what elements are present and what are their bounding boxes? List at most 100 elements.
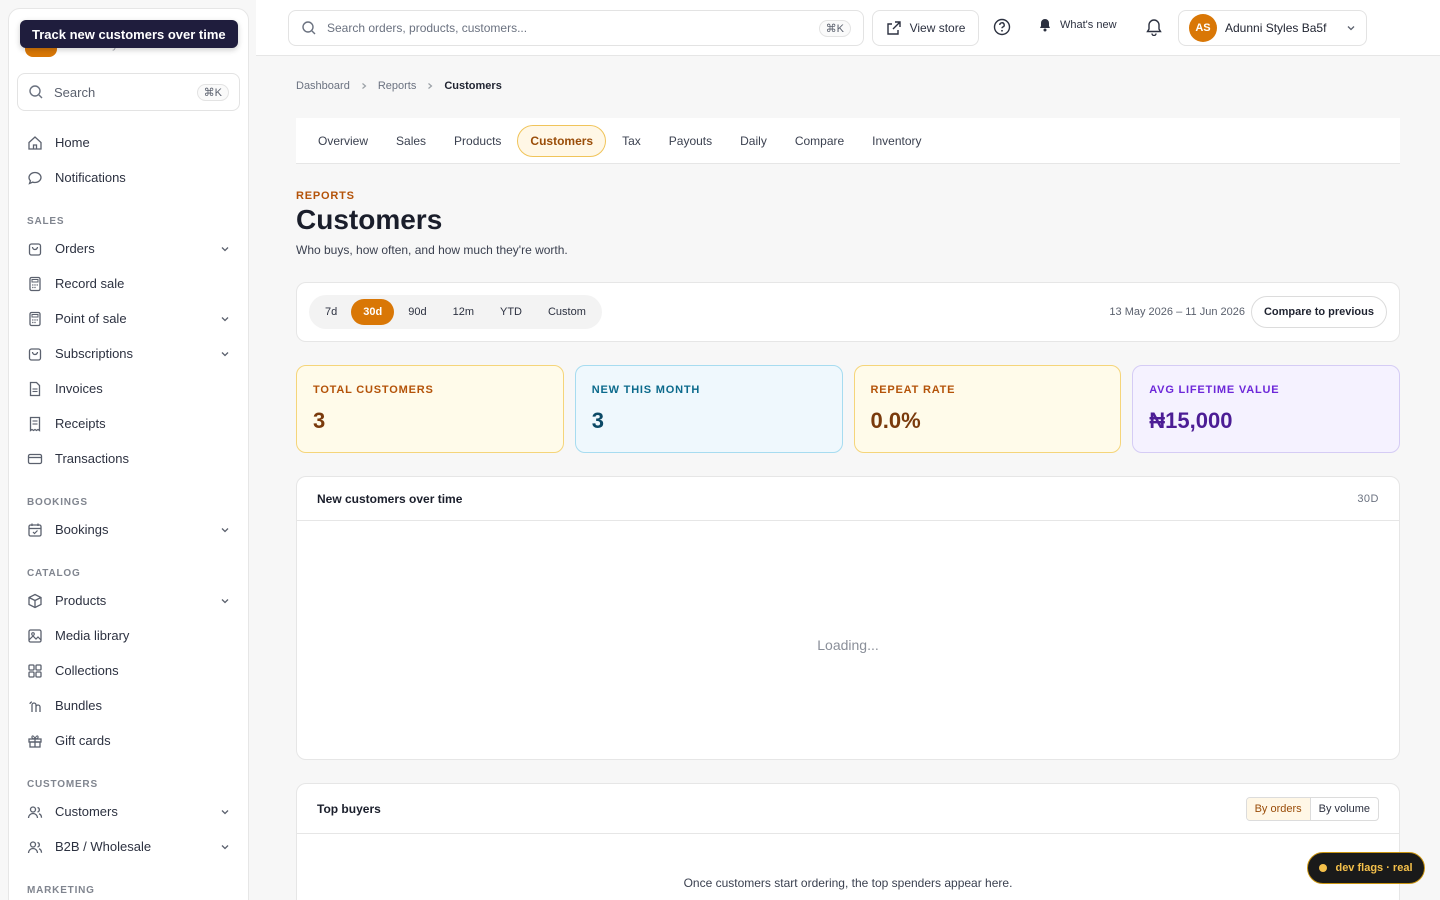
stat-card-avg-lifetime-value: AVG LIFETIME VALUE ₦15,000 xyxy=(1132,365,1400,453)
chart-card-header: New customers over time 30D xyxy=(297,477,1399,521)
sidebar-item-label: Orders xyxy=(55,241,95,256)
home-icon xyxy=(28,135,42,150)
dev-flags-badge[interactable]: dev flags · real xyxy=(1307,852,1425,884)
date-range-card: 7d 30d 90d 12m YTD Custom 13 May 2026 – 11 Ju… xyxy=(296,282,1400,342)
account-menu[interactable]: AS Adunni Styles Ba5f xyxy=(1178,10,1367,46)
tab-customers[interactable]: Customers xyxy=(517,124,607,157)
calculator-icon xyxy=(29,311,41,326)
top-bar: Search orders, products, customers... ⌘K… xyxy=(256,0,1440,56)
toggle-by-orders[interactable]: By orders xyxy=(1246,797,1311,820)
toggle-by-volume[interactable]: By volume xyxy=(1311,798,1378,820)
sidebar-item-label: Media library xyxy=(55,628,130,643)
tab-products[interactable]: Products xyxy=(442,125,513,157)
sidebar-item-record-sale[interactable]: Record sale xyxy=(9,266,248,301)
global-search-placeholder: Search orders, products, customers... xyxy=(327,21,528,35)
range-selector: 7d 30d 90d 12m YTD Custom xyxy=(309,295,602,329)
sidebar-item-products[interactable]: Products xyxy=(9,583,248,618)
search-icon xyxy=(302,21,316,35)
sidebar-item-subscriptions[interactable]: Subscriptions xyxy=(9,336,248,371)
range-option-custom[interactable]: Custom xyxy=(536,299,598,325)
sidebar-item-bundles[interactable]: Bundles xyxy=(9,688,248,723)
stat-value: 0.0% xyxy=(870,408,921,433)
sidebar-item-label: Home xyxy=(55,135,90,150)
sidebar-item-gift-cards[interactable]: Gift cards xyxy=(9,723,248,758)
sidebar-item-notifications[interactable]: Notifications xyxy=(9,160,248,195)
view-store-button[interactable]: View store xyxy=(872,10,979,46)
chevron-down-icon xyxy=(221,246,229,251)
sidebar-item-label: Gift cards xyxy=(55,733,111,748)
sidebar-search[interactable]: Search ⌘K xyxy=(17,73,240,111)
stat-label: TOTAL CUSTOMERS xyxy=(313,384,434,396)
help-button[interactable] xyxy=(993,18,1011,39)
range-option-ytd[interactable]: YTD xyxy=(488,299,534,325)
chat-bubble-icon xyxy=(28,171,42,185)
sidebar-section-catalog: CATALOG xyxy=(27,568,81,579)
card-icon xyxy=(27,453,43,464)
chevron-down-icon xyxy=(221,809,229,814)
stat-value: ₦15,000 xyxy=(1149,408,1233,433)
sidebar-item-collections[interactable]: Collections xyxy=(9,653,248,688)
sidebar: adunni-styles-2131.crate.test Search ⌘K … xyxy=(8,8,249,900)
sidebar-item-media-library[interactable]: Media library xyxy=(9,618,248,653)
tab-tax[interactable]: Tax xyxy=(610,125,653,157)
whats-new-button[interactable]: What's new xyxy=(1038,18,1117,32)
range-option-12m[interactable]: 12m xyxy=(441,299,486,325)
tab-payouts[interactable]: Payouts xyxy=(657,125,724,157)
tab-sales[interactable]: Sales xyxy=(384,125,438,157)
sidebar-item-orders[interactable]: Orders xyxy=(9,231,248,266)
chevron-down-icon xyxy=(221,527,229,532)
sidebar-item-point-of-sale[interactable]: Point of sale xyxy=(9,301,248,336)
sidebar-item-label: Bookings xyxy=(55,522,109,537)
sidebar-section-customers: CUSTOMERS xyxy=(27,779,98,790)
tab-compare[interactable]: Compare xyxy=(783,125,856,157)
sidebar-item-receipts[interactable]: Receipts xyxy=(9,406,248,441)
sidebar-item-label: Collections xyxy=(55,663,119,678)
bell-icon xyxy=(1146,19,1162,37)
stat-card-total-customers: TOTAL CUSTOMERS 3 xyxy=(296,365,564,453)
help-icon xyxy=(993,18,1011,36)
sidebar-nav: Home Notifications SALES Orders Record sale P… xyxy=(9,111,248,900)
sidebar-item-transactions[interactable]: Transactions xyxy=(9,441,248,476)
range-option-30d[interactable]: 30d xyxy=(351,299,395,325)
sidebar-item-invoices[interactable]: Invoices xyxy=(9,371,248,406)
range-option-90d[interactable]: 90d xyxy=(396,299,438,325)
stat-label: NEW THIS MONTH xyxy=(591,384,701,396)
top-buyers-toggle: By orders By volume xyxy=(1245,796,1379,821)
chevron-down-icon xyxy=(221,844,229,849)
sidebar-item-b2b-wholesale[interactable]: B2B / Wholesale xyxy=(9,829,248,864)
bag-icon xyxy=(28,347,42,361)
page-subtitle: Who buys, how often, and how much they'r… xyxy=(296,243,568,257)
bundle-icon xyxy=(29,700,41,712)
search-icon xyxy=(29,85,43,99)
page-title: Customers xyxy=(296,204,443,235)
stat-label: REPEAT RATE xyxy=(870,384,956,396)
sidebar-section-bookings: BOOKINGS xyxy=(27,497,88,508)
sidebar-item-label: B2B / Wholesale xyxy=(55,839,152,854)
breadcrumb-dashboard[interactable]: Dashboard xyxy=(296,80,350,92)
global-search-shortcut: ⌘K xyxy=(818,19,851,37)
calendar-icon xyxy=(28,523,42,537)
sidebar-search-shortcut: ⌘K xyxy=(196,83,229,101)
sidebar-item-label: Subscriptions xyxy=(55,346,134,361)
tab-daily[interactable]: Daily xyxy=(728,125,779,157)
report-tabs: Overview Sales Products Customers Tax Payouts… xyxy=(296,118,1400,164)
chevron-down-icon xyxy=(221,316,229,321)
range-option-7d[interactable]: 7d xyxy=(313,299,349,325)
global-search-input[interactable]: Search orders, products, customers... ⌘K xyxy=(288,10,864,46)
tab-inventory[interactable]: Inventory xyxy=(860,125,933,157)
compare-to-previous-button[interactable]: Compare to previous xyxy=(1250,296,1387,328)
sidebar-item-bookings[interactable]: Bookings xyxy=(9,512,248,547)
sidebar-item-label: Invoices xyxy=(55,381,103,396)
breadcrumb-reports[interactable]: Reports xyxy=(378,80,417,92)
sidebar-item-label: Point of sale xyxy=(55,311,127,326)
bag-icon xyxy=(28,242,42,256)
top-buyers-card: Top buyers By orders By volume Once custo… xyxy=(296,783,1400,900)
avatar: AS xyxy=(1189,14,1217,42)
sidebar-item-label: Customers xyxy=(55,804,118,819)
notifications-button[interactable] xyxy=(1145,18,1163,39)
tab-overview[interactable]: Overview xyxy=(306,125,380,157)
range-dates: 13 May 2026 – 11 Jun 2026 xyxy=(1109,306,1245,318)
sidebar-item-customers[interactable]: Customers xyxy=(9,794,248,829)
loading-text: Loading... xyxy=(817,637,879,653)
sidebar-item-home[interactable]: Home xyxy=(9,125,248,160)
